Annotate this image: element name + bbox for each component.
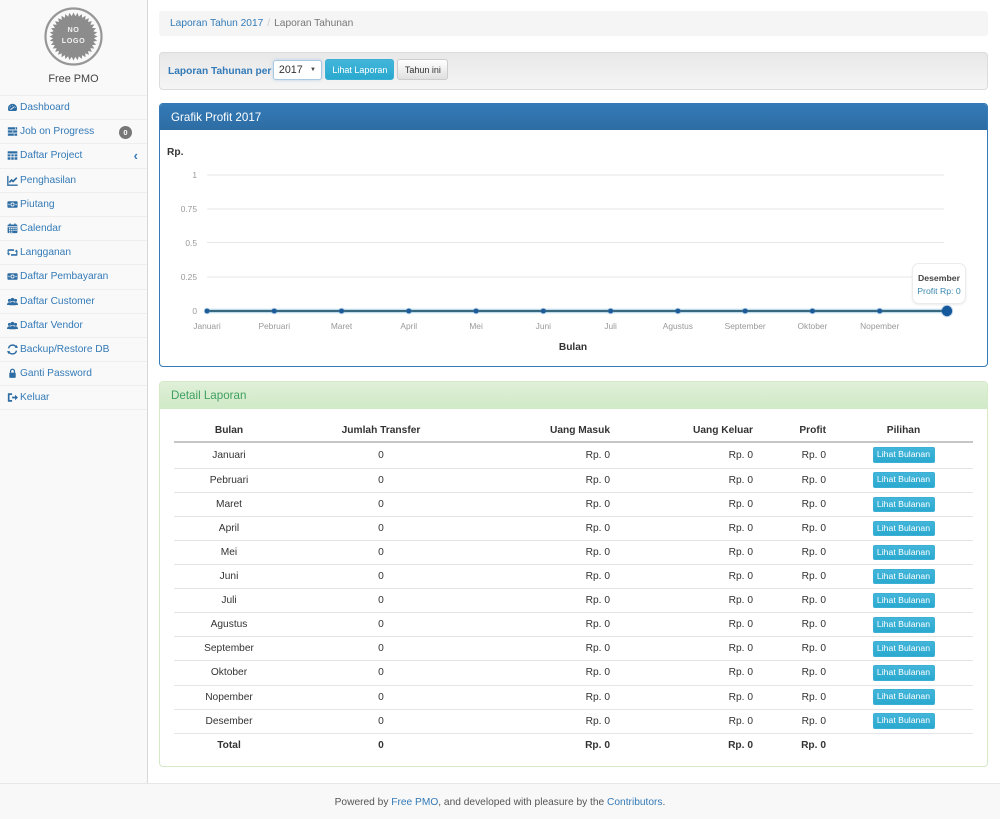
svg-text:NO: NO (68, 25, 80, 34)
svg-text:LOGO: LOGO (62, 36, 86, 45)
